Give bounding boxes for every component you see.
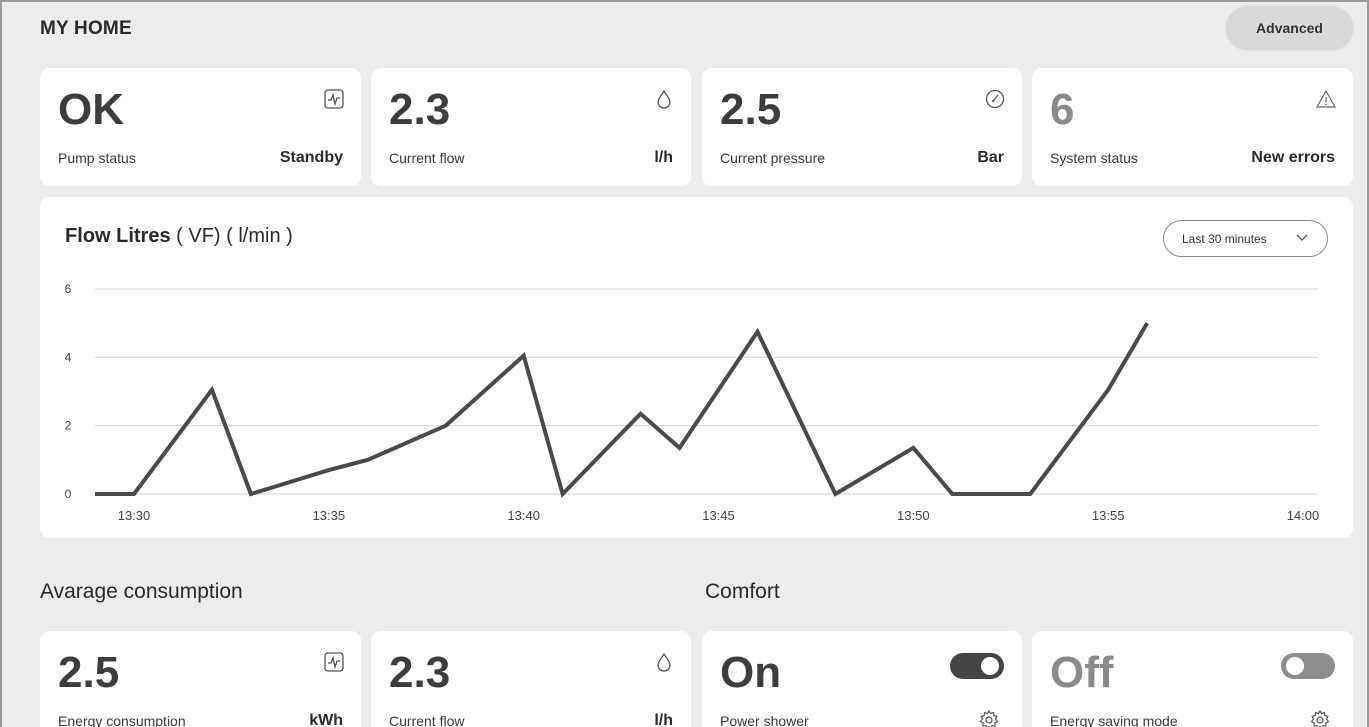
pump-status-card: OK Pump status Standby xyxy=(40,68,361,186)
flow-line-chart: 0 2 4 6 13:30 13:35 13:40 13:45 13:50 13:55 14:00 xyxy=(65,282,1320,523)
gear-icon[interactable] xyxy=(1309,709,1331,727)
y-tick-label: 4 xyxy=(65,350,72,364)
pump-status-value: OK xyxy=(58,85,124,134)
current-flow-value: 2.3 xyxy=(389,85,451,134)
pulse-icon xyxy=(324,89,344,109)
comfort-section-title: Comfort xyxy=(705,580,780,603)
current-flow-label: Current flow xyxy=(389,150,465,166)
x-tick-label: 13:30 xyxy=(118,508,151,523)
x-tick-label: 13:35 xyxy=(313,508,346,523)
y-tick-label: 0 xyxy=(65,487,72,501)
energy-saving-label: Energy saving mode xyxy=(1050,713,1178,727)
system-status-label: System status xyxy=(1050,150,1138,166)
flow-series-line xyxy=(95,322,1149,498)
avg-flow-unit: l/h xyxy=(654,712,673,727)
droplet-icon xyxy=(657,89,671,109)
x-tick-label: 13:50 xyxy=(897,508,930,523)
energy-saving-toggle[interactable] xyxy=(1281,653,1335,679)
power-shower-value: On xyxy=(720,648,782,697)
x-tick-label: 13:55 xyxy=(1092,508,1125,523)
current-pressure-value: 2.5 xyxy=(720,85,782,134)
pulse-icon xyxy=(324,652,344,672)
toggle-knob xyxy=(981,657,999,675)
current-pressure-card: 2.5 Current pressure Bar xyxy=(702,68,1022,186)
droplet-icon xyxy=(657,652,671,672)
y-tick-label: 6 xyxy=(65,282,72,296)
gauge-icon xyxy=(985,89,1005,109)
energy-consumption-label: Energy consumption xyxy=(58,713,186,727)
system-status-value: 6 xyxy=(1050,85,1075,134)
current-pressure-unit: Bar xyxy=(977,149,1004,166)
avg-flow-label: Current flow xyxy=(389,713,465,727)
energy-consumption-value: 2.5 xyxy=(58,648,120,697)
power-shower-label: Power shower xyxy=(720,713,809,727)
power-shower-toggle[interactable] xyxy=(950,653,1004,679)
pump-status-unit: Standby xyxy=(279,149,343,166)
avg-flow-card: 2.3 Current flow l/h xyxy=(371,631,691,727)
x-tick-label: 14:00 xyxy=(1287,508,1320,523)
pump-status-label: Pump status xyxy=(58,150,136,166)
current-flow-unit: l/h xyxy=(654,149,673,166)
energy-consumption-unit: kWh xyxy=(309,712,343,727)
gear-icon[interactable] xyxy=(978,709,1000,727)
page-title: MY HOME xyxy=(40,18,132,39)
x-tick-label: 13:40 xyxy=(507,508,540,523)
current-flow-card: 2.3 Current flow l/h xyxy=(371,68,691,186)
system-status-card: 6 System status New errors xyxy=(1032,68,1353,186)
energy-saving-value: Off xyxy=(1050,648,1114,697)
y-tick-label: 2 xyxy=(65,419,72,433)
warning-icon xyxy=(1315,89,1337,108)
power-shower-card: On Power shower xyxy=(702,631,1022,727)
current-pressure-label: Current pressure xyxy=(720,150,826,166)
toggle-knob xyxy=(1286,657,1304,675)
advanced-button[interactable]: Advanced xyxy=(1226,6,1353,49)
x-tick-label: 13:45 xyxy=(702,508,735,523)
system-status-unit: New errors xyxy=(1251,149,1335,166)
avg-flow-value: 2.3 xyxy=(389,648,451,697)
energy-saving-card: Off Energy saving mode xyxy=(1032,631,1353,727)
energy-consumption-card: 2.5 Energy consumption kWh xyxy=(40,631,361,727)
consumption-section-title: Avarage consumption xyxy=(40,580,243,603)
flow-chart-card: Flow Litres ( VF) ( l/min ) Last 30 minu… xyxy=(40,197,1353,538)
